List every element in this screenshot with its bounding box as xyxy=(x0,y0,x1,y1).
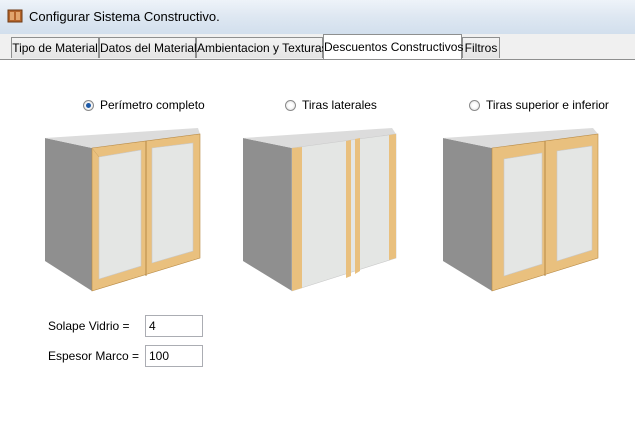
window-titlebar: Configurar Sistema Constructivo. xyxy=(0,0,635,35)
radio-tiras-laterales[interactable]: Tiras laterales xyxy=(285,98,377,112)
radio-label: Tiras superior e inferior xyxy=(486,98,609,112)
tab-panel: Perímetro completo Tiras laterales Tiras… xyxy=(0,59,635,439)
tab-strip: Tipo de Material Datos del Material Ambi… xyxy=(0,34,635,60)
tab-filtros[interactable]: Filtros xyxy=(462,37,500,58)
tab-tipo-material[interactable]: Tipo de Material xyxy=(11,37,99,58)
tab-ambientacion-texturas[interactable]: Ambientacion y Texturas xyxy=(196,37,328,58)
radio-unselected-icon xyxy=(285,99,296,111)
cabinet-tiras-laterales-image xyxy=(243,128,397,292)
radio-label: Tiras laterales xyxy=(302,98,377,112)
tab-datos-material[interactable]: Datos del Material xyxy=(99,37,197,58)
cabinet-perimetro-completo-image xyxy=(45,128,201,292)
radio-tiras-superior-inferior[interactable]: Tiras superior e inferior xyxy=(469,98,609,112)
espesor-marco-input[interactable] xyxy=(145,345,203,367)
radio-perimetro-completo[interactable]: Perímetro completo xyxy=(83,98,205,112)
app-icon xyxy=(7,9,23,23)
radio-label: Perímetro completo xyxy=(100,98,205,112)
tab-descuentos-constructivos[interactable]: Descuentos Constructivos xyxy=(323,34,463,59)
espesor-marco-label: Espesor Marco = xyxy=(48,349,140,363)
window-title: Configurar Sistema Constructivo. xyxy=(29,9,220,24)
cabinet-tiras-superior-inferior-image xyxy=(443,128,599,292)
solape-vidrio-input[interactable] xyxy=(145,315,203,337)
radio-unselected-icon xyxy=(469,99,480,111)
radio-selected-icon xyxy=(83,99,94,111)
solape-vidrio-label: Solape Vidrio = xyxy=(48,319,130,333)
